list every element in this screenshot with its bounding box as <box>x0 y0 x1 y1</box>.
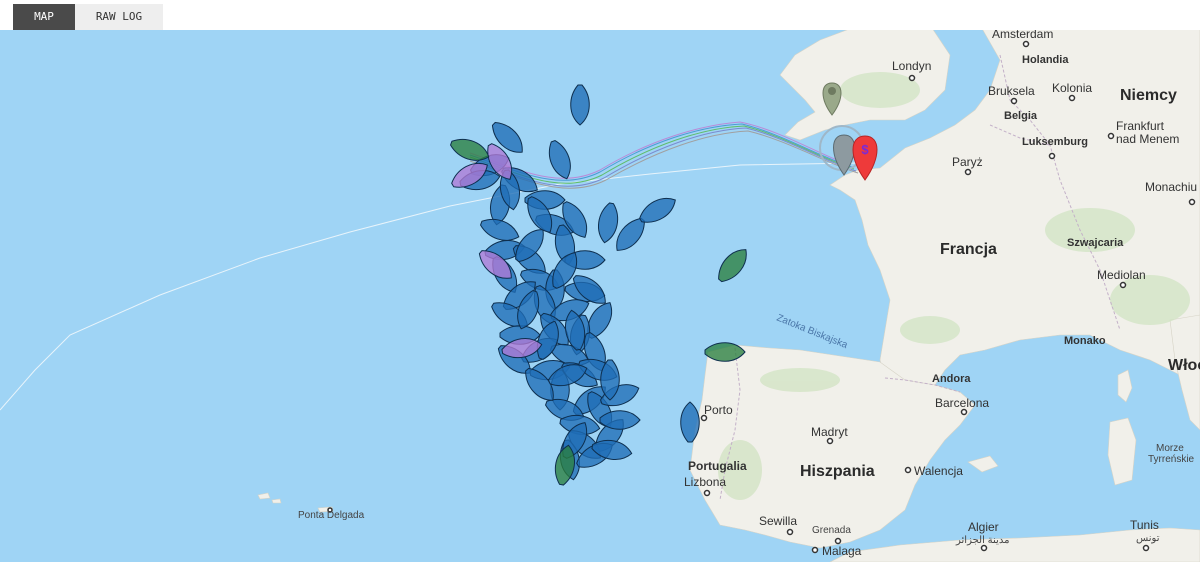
label-monako: Monako <box>1064 335 1106 347</box>
label-frankfurt-2: nad Menem <box>1116 132 1179 146</box>
label-porto: Porto <box>704 403 733 417</box>
label-hiszpania: Hiszpania <box>800 463 875 480</box>
tab-map[interactable]: MAP <box>13 4 75 30</box>
label-andora: Andora <box>932 373 971 385</box>
label-bruksela: Bruksela <box>988 84 1035 98</box>
label-frankfurt-1: Frankfurt <box>1116 119 1165 133</box>
azores-2 <box>271 498 282 504</box>
label-amsterdam: Amsterdam <box>992 30 1053 41</box>
label-portugalia: Portugalia <box>688 459 747 473</box>
label-ponta-delgada: Ponta Delgada <box>298 510 365 521</box>
label-tunis-ar: تونس <box>1136 533 1160 544</box>
label-londyn: Londyn <box>892 59 931 73</box>
finish-marker-symbol: $ <box>861 142 869 157</box>
tab-bar: MAP RAW LOG <box>0 0 1200 30</box>
label-szwajcaria: Szwajcaria <box>1067 237 1124 249</box>
label-lizbona: Lizbona <box>684 475 726 489</box>
label-morze-1: Morze <box>1156 443 1184 454</box>
label-paryz: Paryż <box>952 155 983 169</box>
label-luksemburg: Luksemburg <box>1022 136 1088 148</box>
map-canvas[interactable]: $ Amsterdam Holandia Londyn Bruksela Kol… <box>0 30 1200 562</box>
label-mediolan: Mediolan <box>1097 268 1146 282</box>
map-view[interactable]: $ Amsterdam Holandia Londyn Bruksela Kol… <box>0 30 1200 562</box>
label-kolonia: Kolonia <box>1052 81 1092 95</box>
label-belgia: Belgia <box>1004 110 1038 122</box>
label-monachium: Monachiu <box>1145 180 1197 194</box>
label-francja: Francja <box>940 241 997 258</box>
label-walencja: Walencja <box>914 464 963 478</box>
label-morze-2: Tyrreńskie <box>1148 454 1195 465</box>
label-madryt: Madryt <box>811 425 848 439</box>
label-algier-ar: مدينة الجزائر <box>955 535 1009 546</box>
label-tunis: Tunis <box>1130 518 1159 532</box>
label-algier: Algier <box>968 520 999 534</box>
label-sewilla: Sewilla <box>759 514 797 528</box>
label-malaga: Malaga <box>822 544 862 558</box>
label-grenada: Grenada <box>812 525 851 536</box>
tab-raw-log[interactable]: RAW LOG <box>75 4 163 30</box>
label-niemcy: Niemcy <box>1120 87 1177 104</box>
label-barcelona: Barcelona <box>935 396 989 410</box>
label-wlochy: Włoc <box>1168 357 1200 374</box>
label-holandia: Holandia <box>1022 54 1069 66</box>
